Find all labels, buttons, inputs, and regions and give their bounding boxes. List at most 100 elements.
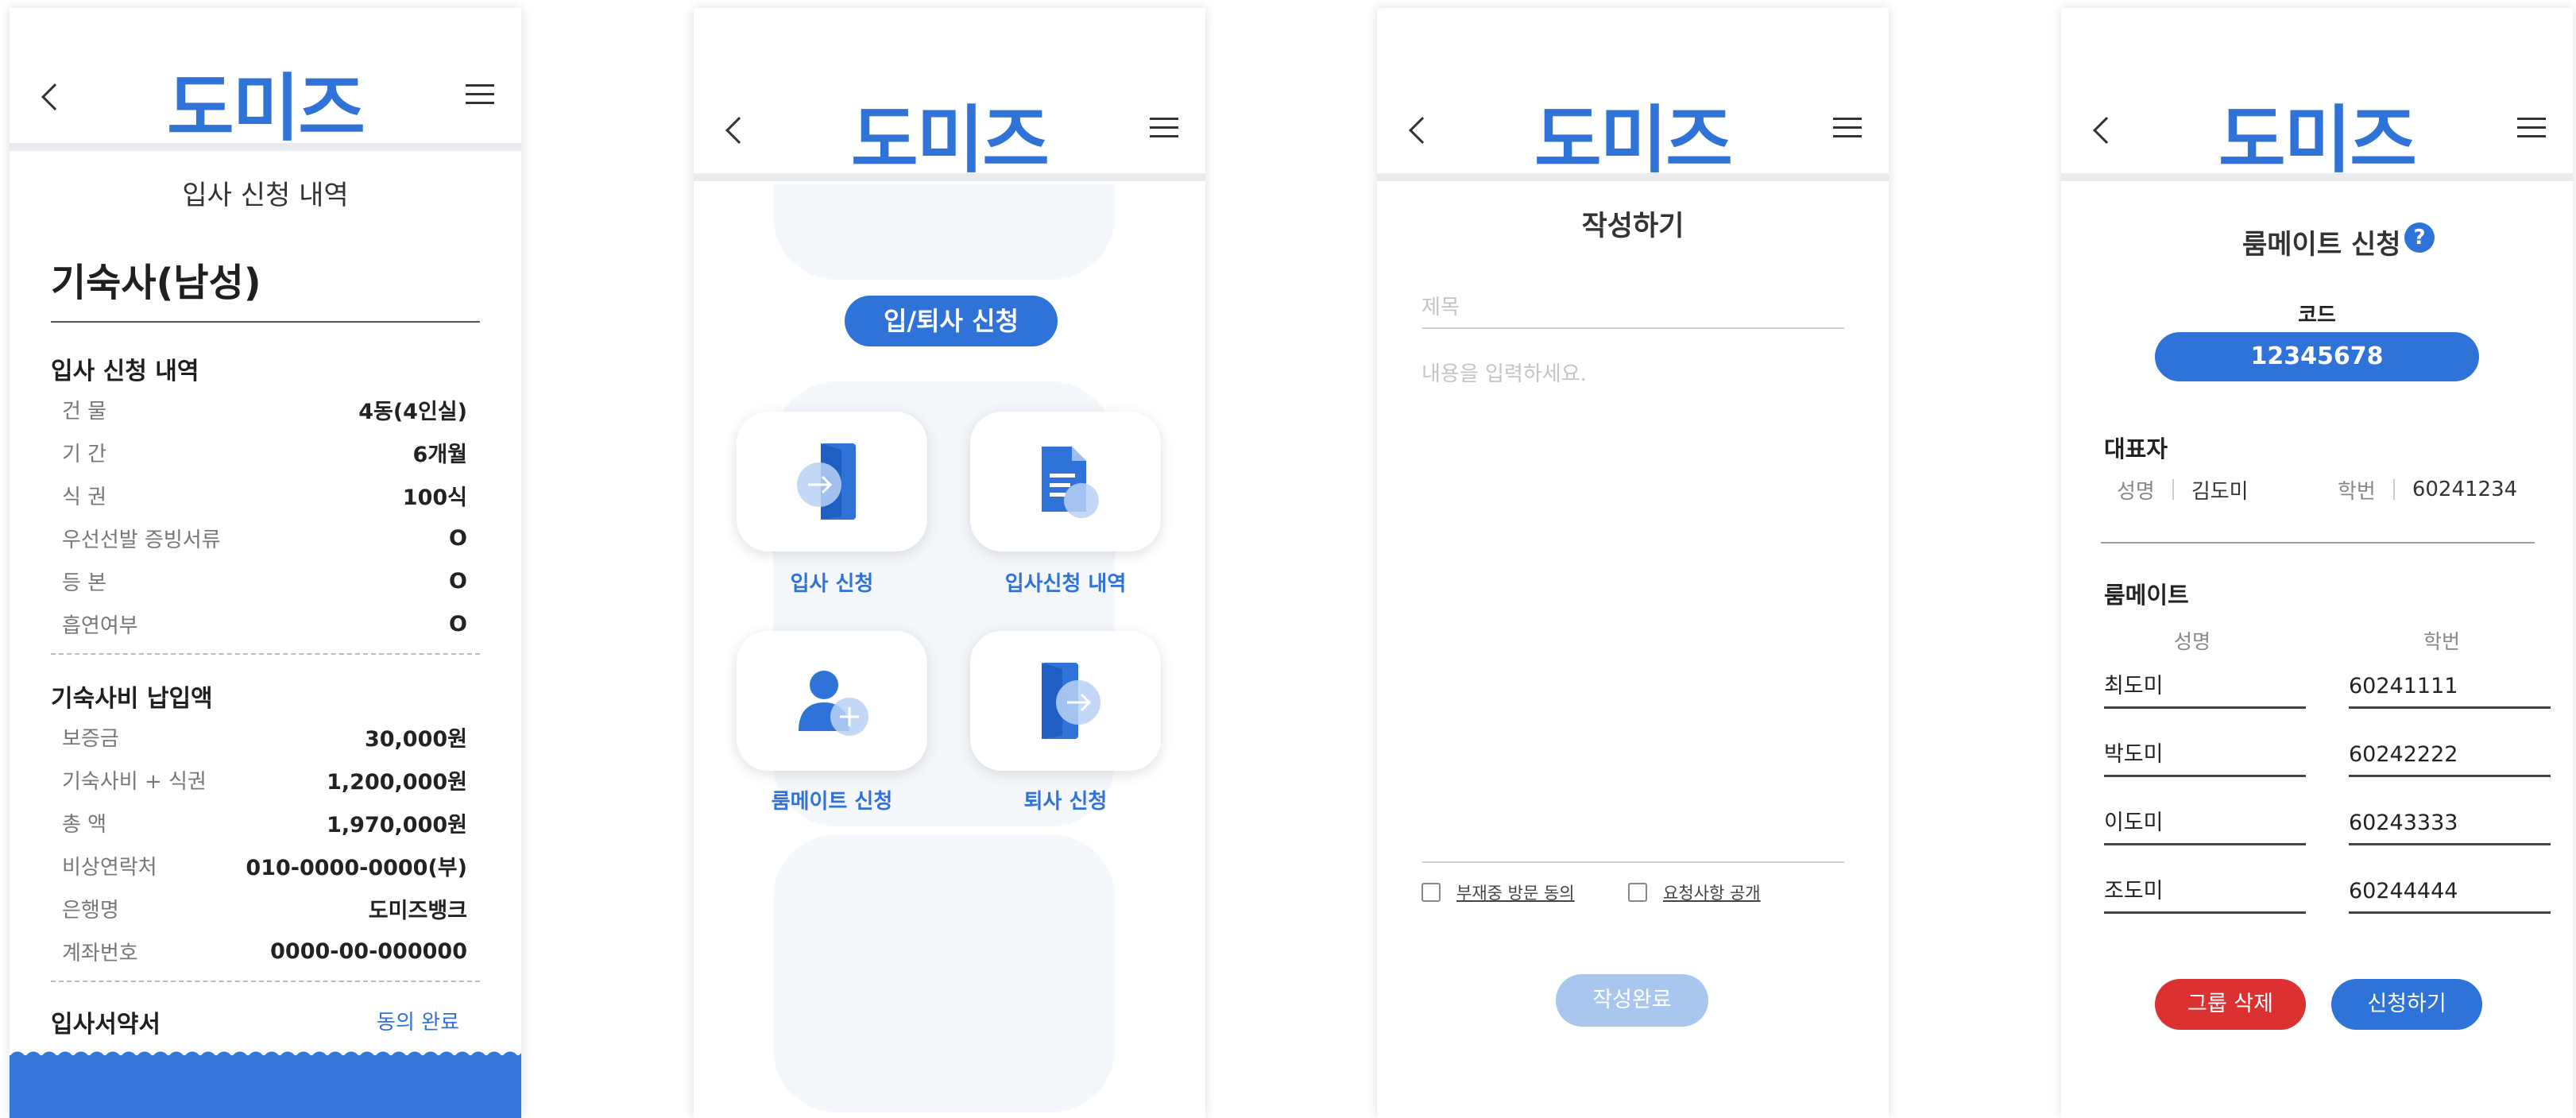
- user-add-icon: [799, 671, 868, 736]
- info-label: 등 본: [62, 571, 107, 595]
- roommate-apply-screen: 도미즈 룸메이트 신청 ? 코드 12345678 대표자 성명 김도미 학번 …: [2061, 8, 2573, 1118]
- app-logo: 도미즈: [167, 66, 366, 151]
- info-row: 우선선발 증빙서류 O: [62, 516, 467, 559]
- app-header: 도미즈: [1377, 8, 1889, 183]
- rep-name-value: 김도미: [2191, 479, 2249, 504]
- info-value: 도미즈뱅크: [368, 898, 467, 923]
- hamburger-menu-icon[interactable]: [1833, 118, 1862, 144]
- roommate-id-field[interactable]: 60242222: [2349, 733, 2551, 777]
- info-value: 30,000원: [364, 726, 467, 752]
- info-label: 건 물: [62, 399, 107, 424]
- info-label: 우선선발 증빙서류: [62, 528, 221, 552]
- help-icon[interactable]: ?: [2404, 222, 2435, 253]
- info-value: O: [449, 525, 467, 551]
- pledge-status-link[interactable]: 동의 완료: [377, 1006, 459, 1035]
- checkbox-label: 요청사항 공개: [1663, 884, 1761, 903]
- rep-name-row: 성명 김도미: [2117, 472, 2249, 507]
- dorm-title: 기숙사(남성): [51, 261, 261, 305]
- info-value: 0000-00-000000: [270, 938, 467, 964]
- card-label: 룸메이트 신청: [771, 790, 893, 814]
- roommates-title: 룸메이트: [2104, 582, 2189, 609]
- dashed-divider: [51, 653, 480, 655]
- submit-button[interactable]: 작성완료: [1556, 974, 1708, 1027]
- separator: [2172, 479, 2174, 500]
- app-logo: 도미즈: [851, 98, 1050, 183]
- info-value: 6개월: [412, 442, 467, 467]
- app-header: 도미즈: [2061, 8, 2573, 183]
- request-public-checkbox[interactable]: 요청사항 공개: [1628, 880, 1761, 904]
- info-label: 식 권: [62, 485, 107, 509]
- section-pill: 입/퇴사 신청: [845, 296, 1058, 346]
- hamburger-menu-icon[interactable]: [2517, 118, 2546, 144]
- page-title: 작성하기: [1581, 211, 1684, 242]
- application-history-card[interactable]: [970, 412, 1161, 551]
- apply-button[interactable]: 신청하기: [2331, 979, 2482, 1030]
- roommate-name-field[interactable]: 박도미: [2104, 733, 2306, 777]
- rep-id-value: 60241234: [2412, 478, 2518, 501]
- field-label: 성명: [2117, 479, 2155, 504]
- info-label: 총 액: [62, 812, 107, 837]
- roommate-name-field[interactable]: 조도미: [2104, 869, 2306, 914]
- column-header-id: 학번: [2423, 630, 2461, 653]
- representative-title: 대표자: [2104, 435, 2168, 462]
- info-row: 비상연락처 010-0000-0000(부): [62, 844, 467, 887]
- visit-consent-checkbox[interactable]: 부재중 방문 동의: [1421, 880, 1575, 904]
- roommate-name-field[interactable]: 이도미: [2104, 801, 2306, 845]
- info-value: 010-0000-0000(부): [246, 855, 467, 880]
- roommate-apply-card[interactable]: [737, 631, 927, 771]
- door-enter-icon: [797, 443, 856, 520]
- divider: [2101, 542, 2535, 544]
- checkbox-box[interactable]: [1421, 883, 1441, 902]
- delete-group-button[interactable]: 그룹 삭제: [2155, 979, 2306, 1030]
- move-in-out-menu-screen: 도미즈 입/퇴사 신청 입사 신청 입사신청 내역 룸메이트 신청 퇴사 신청: [694, 8, 1205, 1118]
- info-label: 비상연락처: [62, 855, 157, 880]
- info-row: 흡연여부 O: [62, 602, 467, 645]
- background-shape: [773, 184, 1115, 280]
- door-exit-icon: [1042, 663, 1100, 739]
- info-row: 건 물 4동(4인실): [62, 388, 467, 431]
- roommate-id-field[interactable]: 60244444: [2349, 869, 2551, 914]
- footer-band: [10, 1055, 521, 1118]
- pledge-title: 입사서약서: [51, 1011, 161, 1039]
- checkbox-label: 부재중 방문 동의: [1456, 884, 1575, 903]
- hamburger-menu-icon[interactable]: [466, 84, 494, 110]
- app-header: 도미즈: [10, 8, 521, 151]
- info-row: 식 권 100식: [62, 474, 467, 516]
- code-label: 코드: [2298, 304, 2336, 327]
- app-header: 도미즈: [694, 8, 1205, 183]
- info-value: 100식: [402, 485, 467, 510]
- content-textarea[interactable]: [1421, 358, 1844, 863]
- roommate-id-field[interactable]: 60241111: [2349, 664, 2551, 709]
- info-value: 1,200,000원: [327, 769, 467, 795]
- info-label: 기 간: [62, 442, 107, 466]
- info-value: O: [449, 611, 467, 636]
- info-row: 계좌번호 0000-00-000000: [62, 930, 467, 973]
- info-value: 1,970,000원: [327, 812, 467, 838]
- background-shape: [773, 834, 1115, 1112]
- hamburger-menu-icon[interactable]: [1150, 118, 1178, 144]
- info-label: 계좌번호: [62, 941, 138, 965]
- info-row: 총 액 1,970,000원: [62, 801, 467, 844]
- write-post-screen: 도미즈 작성하기 부재중 방문 동의 요청사항 공개 작성완료: [1377, 8, 1889, 1118]
- separator: [2392, 479, 2395, 500]
- column-header-name: 성명: [2174, 630, 2211, 653]
- card-label: 퇴사 신청: [1023, 790, 1108, 814]
- roommate-id-field[interactable]: 60243333: [2349, 801, 2551, 845]
- info-label: 보증금: [62, 726, 119, 751]
- info-row: 등 본O: [62, 559, 467, 602]
- section-title: 기숙사비 납입액: [51, 685, 213, 713]
- info-label: 흡연여부: [62, 613, 138, 638]
- checkbox-box[interactable]: [1628, 883, 1647, 902]
- move-out-apply-card[interactable]: [970, 631, 1161, 771]
- group-code-badge: 12345678: [2155, 332, 2479, 381]
- info-value: O: [449, 568, 467, 594]
- move-in-apply-card[interactable]: [737, 412, 927, 551]
- subject-input[interactable]: [1421, 288, 1844, 329]
- info-row: 보증금 30,000원: [62, 715, 467, 758]
- dashed-divider: [51, 981, 480, 982]
- card-label: 입사 신청: [790, 572, 874, 596]
- info-label: 기숙사비 + 식권: [62, 769, 207, 794]
- roommate-name-field[interactable]: 최도미: [2104, 664, 2306, 709]
- app-logo: 도미즈: [2218, 98, 2417, 183]
- field-label: 학번: [2338, 479, 2376, 504]
